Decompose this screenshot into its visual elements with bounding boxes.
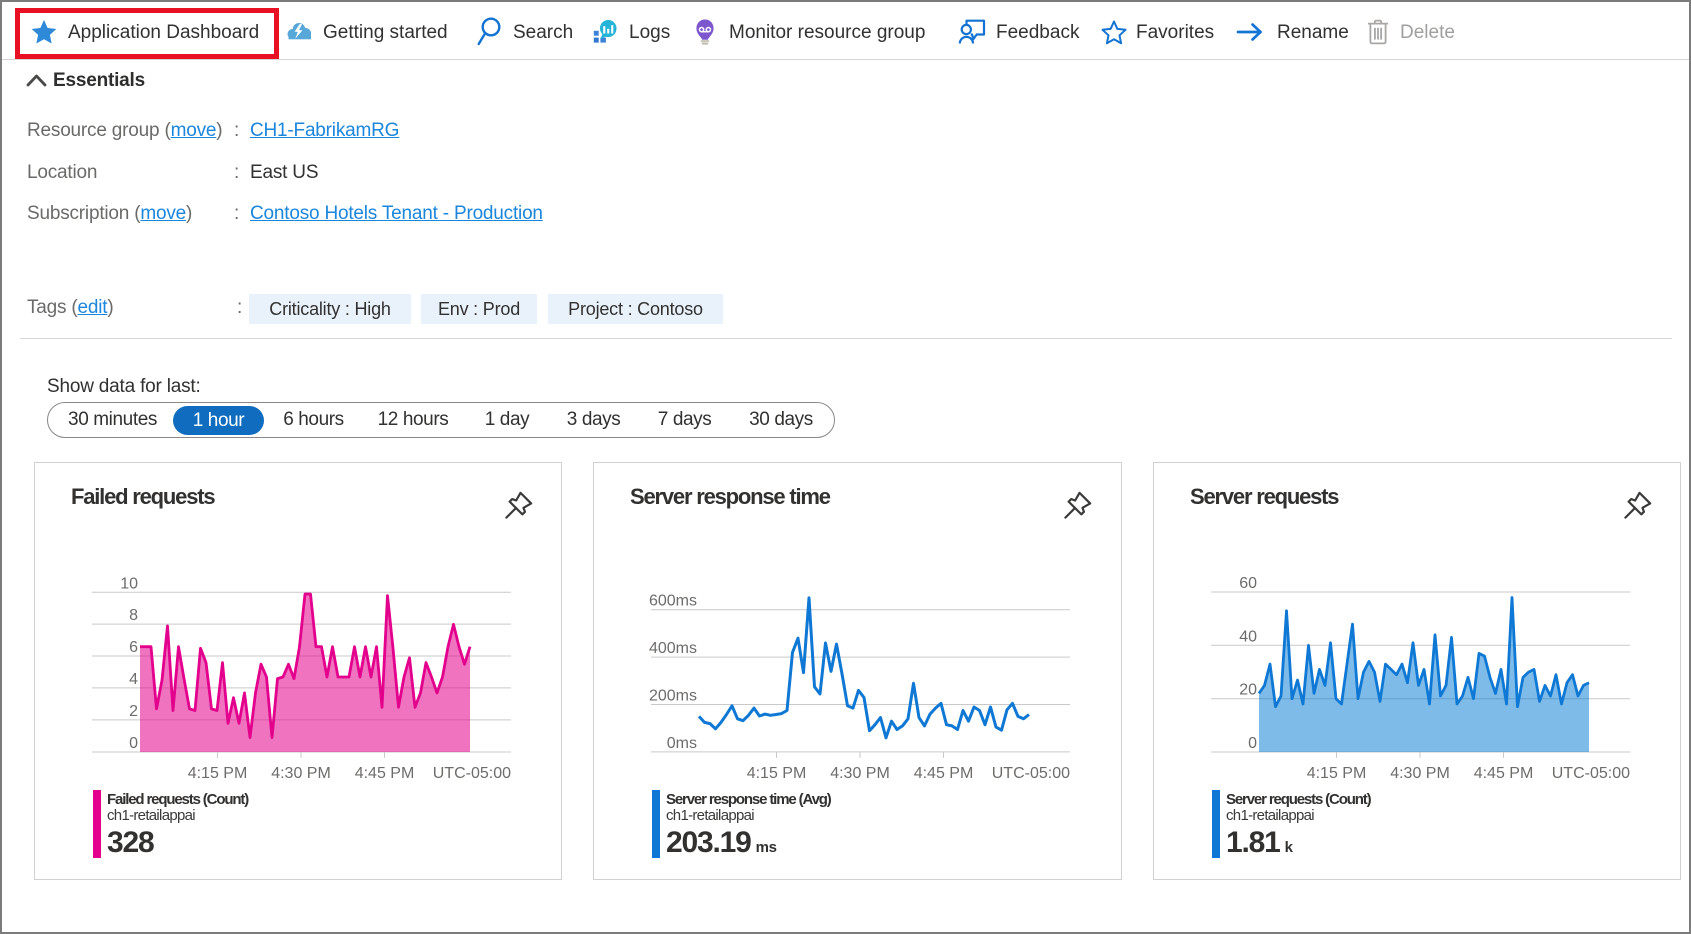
svg-text:60: 60 xyxy=(1239,575,1257,592)
svg-text:8: 8 xyxy=(129,607,138,624)
svg-text:4:45 PM: 4:45 PM xyxy=(914,765,974,782)
svg-text:4:15 PM: 4:15 PM xyxy=(747,765,807,782)
svg-text:4:15 PM: 4:15 PM xyxy=(188,765,248,782)
svg-text:4:30 PM: 4:30 PM xyxy=(830,765,890,782)
svg-text:6: 6 xyxy=(129,639,138,656)
svg-text:2: 2 xyxy=(129,703,138,720)
svg-text:0: 0 xyxy=(129,735,138,752)
svg-text:4:15 PM: 4:15 PM xyxy=(1307,765,1367,782)
svg-text:UTC-05:00: UTC-05:00 xyxy=(992,765,1070,782)
svg-text:4:30 PM: 4:30 PM xyxy=(1390,765,1450,782)
svg-text:200ms: 200ms xyxy=(649,688,697,705)
svg-text:40: 40 xyxy=(1239,628,1257,645)
svg-text:20: 20 xyxy=(1239,682,1257,699)
svg-text:4:45 PM: 4:45 PM xyxy=(355,765,415,782)
svg-text:400ms: 400ms xyxy=(649,640,697,657)
svg-text:4: 4 xyxy=(129,671,138,688)
svg-text:UTC-05:00: UTC-05:00 xyxy=(433,765,511,782)
svg-text:UTC-05:00: UTC-05:00 xyxy=(1552,765,1630,782)
svg-text:10: 10 xyxy=(120,575,138,592)
svg-text:0ms: 0ms xyxy=(667,735,697,752)
svg-text:600ms: 600ms xyxy=(649,593,697,610)
svg-text:4:45 PM: 4:45 PM xyxy=(1474,765,1534,782)
svg-text:0: 0 xyxy=(1248,735,1257,752)
svg-text:4:30 PM: 4:30 PM xyxy=(271,765,331,782)
